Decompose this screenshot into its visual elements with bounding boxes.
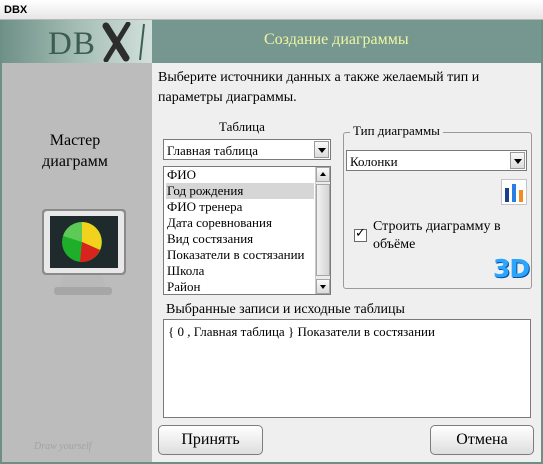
selected-records-box[interactable]: { 0 , Главная таблица } Показатели в сос… bbox=[163, 319, 531, 418]
list-item[interactable]: ФИО bbox=[166, 167, 314, 183]
3d-icon: 3D bbox=[493, 254, 530, 283]
chart-type-legend: Тип диаграммы bbox=[350, 123, 443, 139]
scroll-up-icon[interactable] bbox=[316, 167, 330, 182]
scroll-thumb[interactable] bbox=[316, 184, 330, 276]
field-list[interactable]: ФИО Год рождения ФИО тренера Дата соревн… bbox=[163, 166, 331, 295]
scroll-down-icon[interactable] bbox=[316, 279, 330, 294]
checkmark-icon: ✓ bbox=[355, 226, 366, 241]
3d-checkbox-label[interactable]: Строить диаграмму в объёме bbox=[373, 218, 533, 254]
accept-button[interactable]: Принять bbox=[158, 425, 263, 455]
chart-type-select-value: Колонки bbox=[350, 154, 398, 169]
table-select-value: Главная таблица bbox=[167, 143, 258, 158]
title-bar: DBX bbox=[0, 0, 543, 20]
app-logo-text: DB bbox=[48, 26, 96, 62]
wizard-label-line2: диаграмм bbox=[42, 153, 108, 170]
monitor-pie-chart-icon bbox=[42, 209, 126, 295]
table-select[interactable]: Главная таблица bbox=[163, 139, 331, 160]
field-list-scrollbar[interactable] bbox=[315, 167, 330, 294]
chart-type-select[interactable]: Колонки bbox=[346, 150, 527, 171]
3d-checkbox[interactable]: ✓ bbox=[354, 226, 367, 242]
instructions-text: Выберите источники данных а также желаем… bbox=[158, 70, 480, 105]
chevron-down-icon[interactable] bbox=[510, 152, 525, 169]
bar-chart-icon bbox=[501, 179, 527, 205]
list-item[interactable]: ФИО тренера bbox=[166, 199, 314, 215]
cancel-button[interactable]: Отмена bbox=[430, 425, 534, 455]
list-item[interactable]: Показатели в состязании bbox=[166, 247, 314, 263]
list-item[interactable]: Дата соревнования bbox=[166, 215, 314, 231]
selected-records-content: { 0 , Главная таблица } Показатели в сос… bbox=[168, 324, 435, 339]
wizard-label-line1: Мастер bbox=[49, 132, 101, 149]
window-title: DBX bbox=[4, 4, 28, 16]
dialog-title: Создание диаграммы bbox=[264, 31, 409, 48]
list-item[interactable]: Район bbox=[166, 279, 314, 294]
table-label: Таблица bbox=[219, 119, 265, 134]
footer-watermark: Draw yourself bbox=[34, 441, 92, 452]
logo-x-icon bbox=[102, 22, 145, 62]
list-item-selected[interactable]: Год рождения bbox=[166, 183, 314, 199]
selected-records-label: Выбранные записи и исходные таблицы bbox=[166, 302, 405, 317]
wizard-label: Мастер диаграмм bbox=[10, 130, 140, 172]
list-item[interactable]: Вид состязания bbox=[166, 231, 314, 247]
list-item[interactable]: Школа bbox=[166, 263, 314, 279]
chevron-down-icon[interactable] bbox=[314, 141, 329, 158]
